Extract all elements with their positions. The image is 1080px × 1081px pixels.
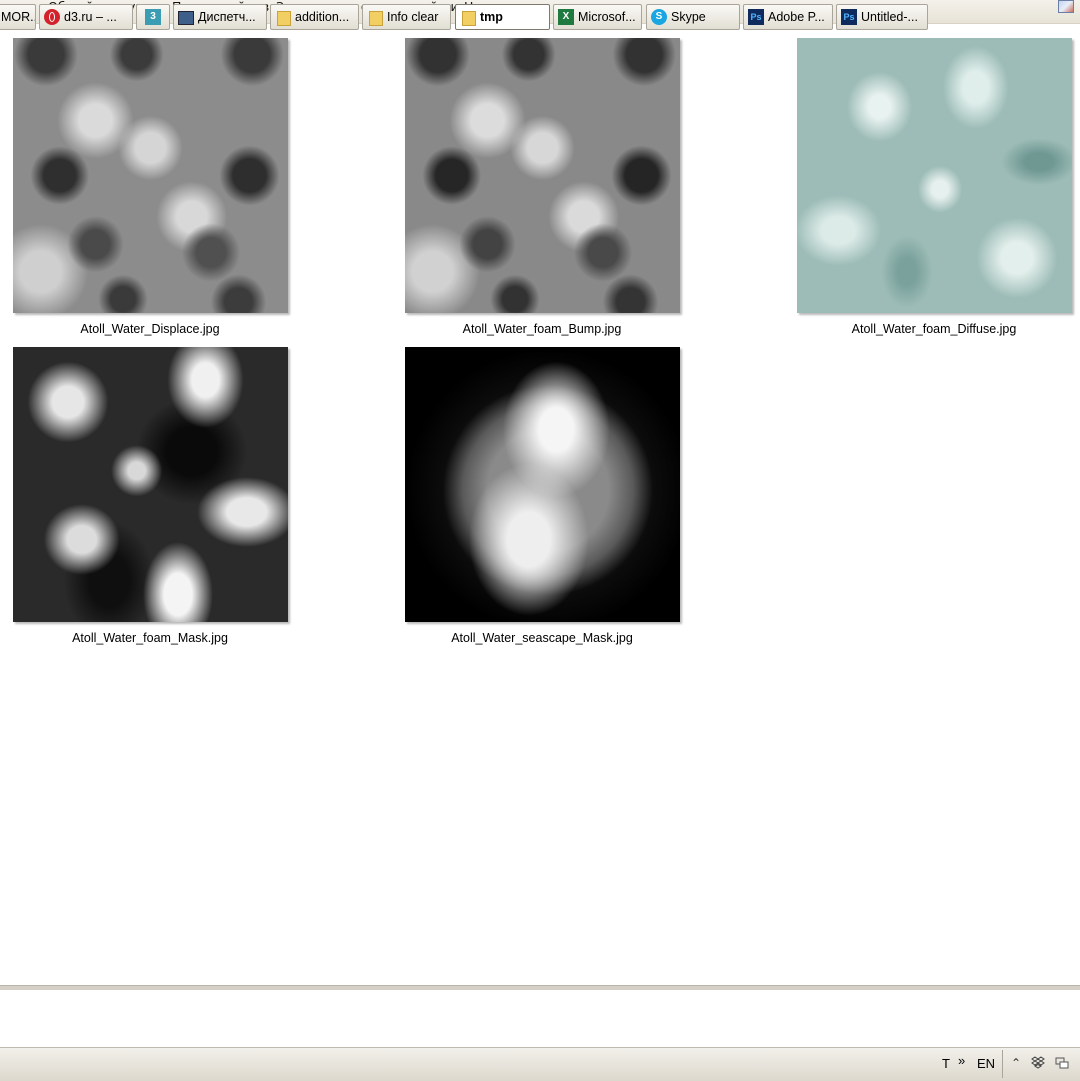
dropbox-icon[interactable] xyxy=(1031,1056,1045,1070)
3dsmax-icon: 3 xyxy=(145,9,161,25)
thumbnail-image xyxy=(404,347,680,622)
tray-separator xyxy=(1002,1050,1003,1078)
taskbar-item-folder[interactable]: Info clear xyxy=(362,4,451,30)
file-list-pane: Atoll_Water_Displace.jpg Atoll_Water_foa… xyxy=(0,24,1080,986)
taskbar-item-photoshop[interactable]: Ps Adobe P... xyxy=(743,4,833,30)
details-pane xyxy=(0,990,1080,1047)
photoshop-icon: Ps xyxy=(748,9,764,25)
file-name: Atoll_Water_foam_Mask.jpg xyxy=(72,631,228,645)
language-indicator[interactable]: EN xyxy=(977,1049,995,1079)
file-item[interactable]: Atoll_Water_seascape_Mask.jpg xyxy=(397,347,687,645)
skype-icon: S xyxy=(651,9,667,25)
photoshop-icon: Ps xyxy=(841,9,857,25)
file-item[interactable]: Atoll_Water_Displace.jpg xyxy=(5,38,295,336)
file-name: Atoll_Water_Displace.jpg xyxy=(80,322,220,336)
taskbar xyxy=(0,1047,1080,1081)
taskbar-item-excel[interactable]: X Microsof... xyxy=(553,4,642,30)
file-name: Atoll_Water_foam_Bump.jpg xyxy=(462,322,622,336)
expand-tray-icon[interactable]: ⌃ xyxy=(1009,1056,1023,1070)
view-options-icon[interactable] xyxy=(1058,0,1074,13)
file-item[interactable]: Atoll_Water_foam_Bump.jpg xyxy=(397,38,687,336)
file-name: Atoll_Water_seascape_Mask.jpg xyxy=(451,631,633,645)
file-name: Atoll_Water_foam_Diffuse.jpg xyxy=(851,322,1017,336)
opera-icon xyxy=(44,9,60,25)
folder-icon xyxy=(462,11,476,26)
taskbar-item-photoshop[interactable]: Ps Untitled-... xyxy=(836,4,928,30)
taskbar-item-folder-active[interactable]: tmp xyxy=(455,4,550,30)
taskbar-item-skype[interactable]: S Skype xyxy=(646,4,740,30)
network-icon[interactable] xyxy=(1055,1056,1069,1070)
excel-icon: X xyxy=(558,9,574,25)
taskbar-item-task-manager[interactable]: Диспетч... xyxy=(173,4,267,30)
file-item[interactable]: Atoll_Water_foam_Diffuse.jpg xyxy=(789,38,1079,336)
taskbar-item[interactable]: MOR... xyxy=(0,4,36,30)
folder-icon xyxy=(369,11,383,26)
thumbnail-image xyxy=(12,347,288,622)
folder-icon xyxy=(277,11,291,26)
taskbar-item-folder[interactable]: addition... xyxy=(270,4,359,30)
thumbnail-image xyxy=(404,38,680,313)
toolbar-label: T xyxy=(942,1056,950,1071)
taskbar-item-3dsmax[interactable]: 3 xyxy=(136,4,170,30)
thumbnail-image xyxy=(796,38,1072,313)
file-item[interactable]: Atoll_Water_foam_Mask.jpg xyxy=(5,347,295,645)
taskbar-item-opera[interactable]: d3.ru – ... xyxy=(39,4,133,30)
thumbnail-image xyxy=(12,38,288,313)
task-manager-icon xyxy=(178,11,194,25)
toolbar-chevron-icon[interactable]: » xyxy=(958,1046,965,1076)
